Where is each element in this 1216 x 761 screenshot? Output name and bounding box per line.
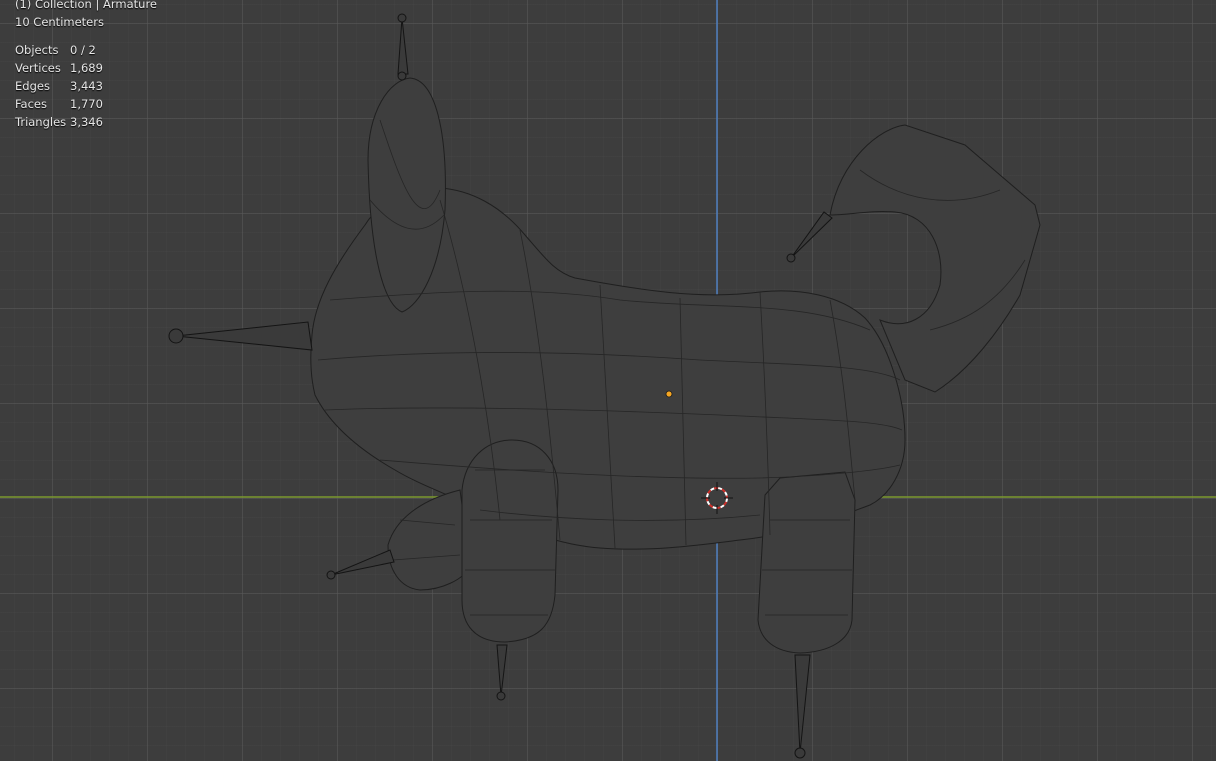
- bone-tail[interactable]: [790, 211, 833, 259]
- right-leg-mesh[interactable]: [757, 471, 856, 654]
- stat-value: 1,689: [70, 61, 103, 75]
- bone-head[interactable]: [175, 321, 313, 351]
- stat-label: Faces: [15, 97, 47, 111]
- bone-tail-joint[interactable]: [786, 253, 796, 263]
- stat-label: Triangles: [15, 115, 67, 129]
- bone-ear-joint[interactable]: [397, 13, 407, 23]
- stat-value: 0 / 2: [70, 43, 96, 57]
- stat-label: Objects: [15, 43, 59, 57]
- bone-front-leg[interactable]: [496, 644, 508, 697]
- grid-scale-label: 10 Centimeters: [15, 15, 104, 29]
- dog-mesh[interactable]: [310, 77, 1041, 654]
- object-origin[interactable]: [665, 390, 673, 398]
- stat-value: 1,770: [70, 97, 103, 111]
- viewport-canvas[interactable]: [0, 0, 1216, 761]
- stat-row-faces: Faces 1,770: [15, 95, 103, 113]
- bone-back-leg[interactable]: [330, 549, 395, 576]
- stat-row-objects: Objects 0 / 2: [15, 41, 103, 59]
- stat-label: Vertices: [15, 61, 61, 75]
- viewport-header-text: (1) Collection | Armature 10 Centimeters: [15, 0, 157, 31]
- statistics-overlay: Objects 0 / 2 Vertices 1,689 Edges 3,443…: [15, 41, 103, 131]
- collection-label: (1) Collection | Armature: [15, 0, 158, 11]
- stat-row-vertices: Vertices 1,689: [15, 59, 103, 77]
- 3d-viewport[interactable]: (1) Collection | Armature 10 Centimeters…: [0, 0, 1216, 761]
- stat-label: Edges: [15, 79, 50, 93]
- back-leg-left-mesh[interactable]: [387, 489, 471, 591]
- bone-right-leg-joint[interactable]: [794, 747, 806, 759]
- stat-row-edges: Edges 3,443: [15, 77, 103, 95]
- bone-right-leg[interactable]: [794, 654, 811, 754]
- bone-back-leg-joint[interactable]: [326, 570, 336, 580]
- stat-value: 3,346: [70, 115, 103, 129]
- stat-value: 3,443: [70, 79, 103, 93]
- stat-row-triangles: Triangles 3,346: [15, 113, 103, 131]
- bone-ear[interactable]: [397, 17, 409, 75]
- bone-head-joint[interactable]: [168, 328, 184, 344]
- bone-front-leg-joint[interactable]: [496, 691, 506, 701]
- bone-ear-base[interactable]: [397, 71, 407, 81]
